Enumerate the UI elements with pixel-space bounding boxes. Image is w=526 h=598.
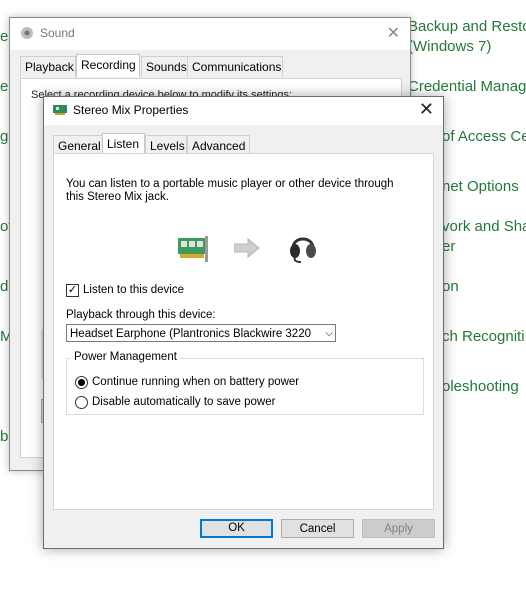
power-management-group: Power Management Continue running when o… [66,351,424,415]
power-management-title: Power Management [71,351,180,363]
playback-label: Playback through this device: [66,309,216,321]
listen-checkbox[interactable]: ✓ [66,284,79,297]
playback-device-value: Headset Earphone (Plantronics Blackwire … [70,328,315,340]
sound-titlebar[interactable]: Sound ✕ [10,18,410,50]
link-line: vork and Sha [442,218,526,235]
listen-tab-panel: You can listen to a portable music playe… [53,153,434,510]
link-backup-restore[interactable]: Backup and Resto (Windows 7) [408,17,526,57]
dialog-titlebar[interactable]: Stereo Mix Properties ✕ [44,97,443,125]
arrow-right-icon [233,237,260,259]
radio-continue-running[interactable] [75,376,88,389]
dialog-title: Stereo Mix Properties [73,103,189,117]
link-internet-options[interactable]: net Options [442,177,519,197]
link-troubleshooting[interactable]: oleshooting [442,377,519,397]
cancel-button[interactable]: Cancel [281,519,354,538]
speaker-icon [20,26,34,40]
link-credential-manager[interactable]: Credential Manag [408,77,526,97]
left-fragment[interactable]: e [0,27,8,47]
link-network-sharing[interactable]: vork and Sha er [442,217,526,257]
radio-continue-label[interactable]: Continue running when on battery power [92,376,299,388]
left-fragment[interactable]: g [0,127,8,147]
chevron-down-icon: ⌵ [325,328,333,339]
headset-icon [289,232,317,264]
tab-sounds[interactable]: Sounds [141,56,189,77]
sound-window-title: Sound [40,26,75,40]
link-region[interactable]: on [442,277,459,297]
left-fragment[interactable]: b [0,427,8,447]
close-icon[interactable]: ✕ [419,99,434,120]
sound-card-icon [178,236,208,262]
apply-button[interactable]: Apply [362,519,435,538]
ok-button[interactable]: OK [200,519,273,538]
close-icon[interactable]: ✕ [387,23,400,43]
sound-card-icon [53,104,67,116]
link-ease-of-access[interactable]: of Access Ce [442,127,526,147]
link-line: Backup and Resto [408,18,526,35]
tab-recording[interactable]: Recording [76,54,140,77]
radio-disable-label[interactable]: Disable automatically to save power [92,396,275,408]
radio-disable-auto[interactable] [75,396,88,409]
link-line: er [442,238,456,255]
tab-communications[interactable]: Communications [187,56,283,77]
link-speech-recognition[interactable]: ch Recogniti [442,327,525,347]
listen-checkbox-label[interactable]: Listen to this device [83,284,184,296]
listen-description: You can listen to a portable music playe… [66,178,394,190]
listen-description-2: this Stereo Mix jack. [66,191,169,203]
stereo-mix-properties-dialog: Stereo Mix Properties ✕ General Listen L… [43,96,444,549]
link-line: (Windows 7) [408,38,492,55]
tab-playback[interactable]: Playback [20,56,76,77]
playback-device-select[interactable]: Headset Earphone (Plantronics Blackwire … [66,324,336,342]
left-fragment[interactable]: d [0,277,8,297]
